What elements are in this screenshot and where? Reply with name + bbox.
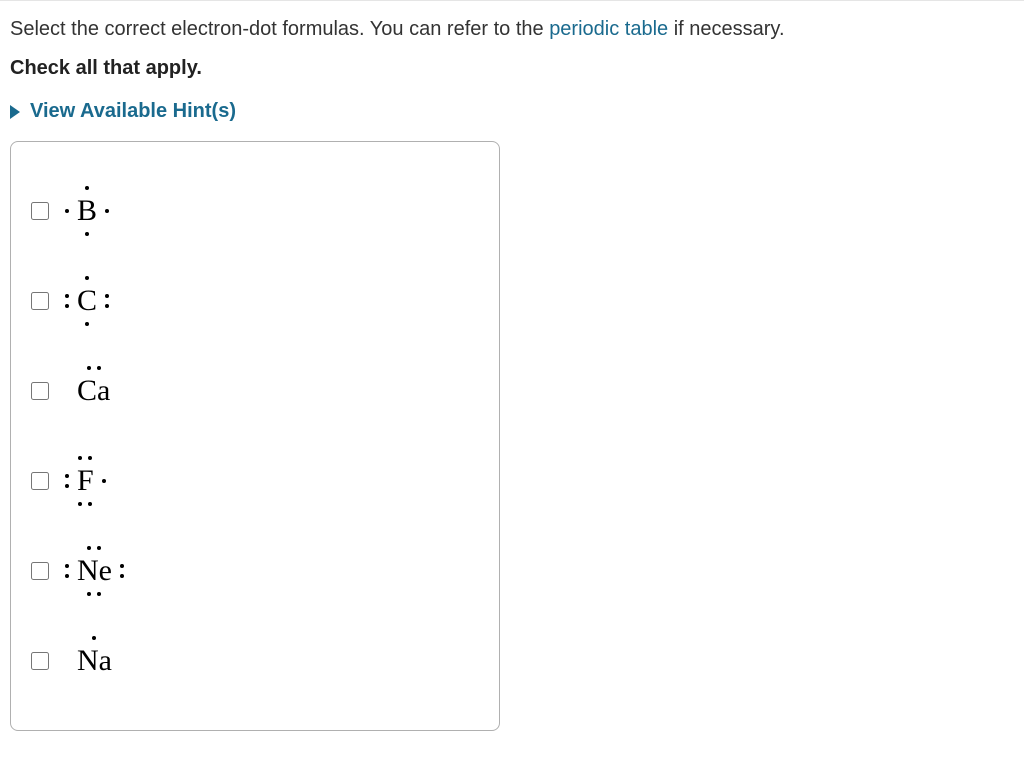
electron-dot-icon — [85, 232, 89, 236]
question-content: Select the correct electron-dot formulas… — [0, 1, 1024, 741]
option-row: B — [31, 166, 483, 256]
electron-dot-icon — [97, 546, 101, 550]
electron-dot-icon — [85, 186, 89, 190]
check-all-label: Check all that apply. — [10, 57, 1014, 80]
lewis-structure-b: B — [77, 196, 97, 226]
hints-label: View Available Hint(s) — [30, 100, 236, 123]
instruction-suffix: if necessary. — [668, 18, 784, 40]
option-checkbox-b[interactable] — [31, 202, 49, 220]
electron-dot-icon — [65, 294, 69, 298]
electron-dot-icon — [102, 479, 106, 483]
electron-dot-icon — [65, 574, 69, 578]
element-symbol: C — [77, 286, 97, 316]
lewis-structure-ne: Ne — [77, 556, 112, 586]
element-symbol: F — [77, 466, 94, 496]
electron-dot-icon — [78, 456, 82, 460]
electron-dot-icon — [87, 592, 91, 596]
electron-dot-icon — [92, 636, 96, 640]
triangle-right-icon — [10, 105, 20, 119]
lewis-structure-f: F — [77, 466, 94, 496]
electron-dot-icon — [65, 209, 69, 213]
instruction-prefix: Select the correct electron-dot formulas… — [10, 18, 549, 40]
electron-dot-icon — [120, 574, 124, 578]
electron-dot-icon — [78, 502, 82, 506]
electron-dot-icon — [87, 366, 91, 370]
periodic-table-link[interactable]: periodic table — [549, 18, 668, 40]
electron-dot-icon — [97, 592, 101, 596]
option-checkbox-c[interactable] — [31, 292, 49, 310]
lewis-structure-na: Na — [77, 646, 112, 676]
electron-dot-icon — [65, 304, 69, 308]
electron-dot-icon — [88, 502, 92, 506]
electron-dot-icon — [105, 294, 109, 298]
view-hints-toggle[interactable]: View Available Hint(s) — [10, 100, 1014, 123]
electron-dot-icon — [65, 484, 69, 488]
electron-dot-icon — [87, 546, 91, 550]
option-checkbox-ca[interactable] — [31, 382, 49, 400]
option-row: C — [31, 256, 483, 346]
electron-dot-icon — [85, 276, 89, 280]
electron-dot-icon — [105, 209, 109, 213]
electron-dot-icon — [120, 564, 124, 568]
electron-dot-icon — [65, 474, 69, 478]
electron-dot-icon — [65, 564, 69, 568]
lewis-structure-ca: Ca — [77, 376, 110, 406]
element-symbol: Ca — [77, 376, 110, 406]
element-symbol: Ne — [77, 556, 112, 586]
element-symbol: Na — [77, 646, 112, 676]
option-checkbox-f[interactable] — [31, 472, 49, 490]
option-row: Ne — [31, 526, 483, 616]
electron-dot-icon — [88, 456, 92, 460]
option-checkbox-na[interactable] — [31, 652, 49, 670]
electron-dot-icon — [105, 304, 109, 308]
options-container: B C Ca — [10, 141, 500, 731]
element-symbol: B — [77, 196, 97, 226]
instruction-text: Select the correct electron-dot formulas… — [10, 15, 1014, 43]
electron-dot-icon — [97, 366, 101, 370]
electron-dot-icon — [85, 322, 89, 326]
lewis-structure-c: C — [77, 286, 97, 316]
option-row: Ca — [31, 346, 483, 436]
option-row: F — [31, 436, 483, 526]
option-checkbox-ne[interactable] — [31, 562, 49, 580]
option-row: Na — [31, 616, 483, 706]
